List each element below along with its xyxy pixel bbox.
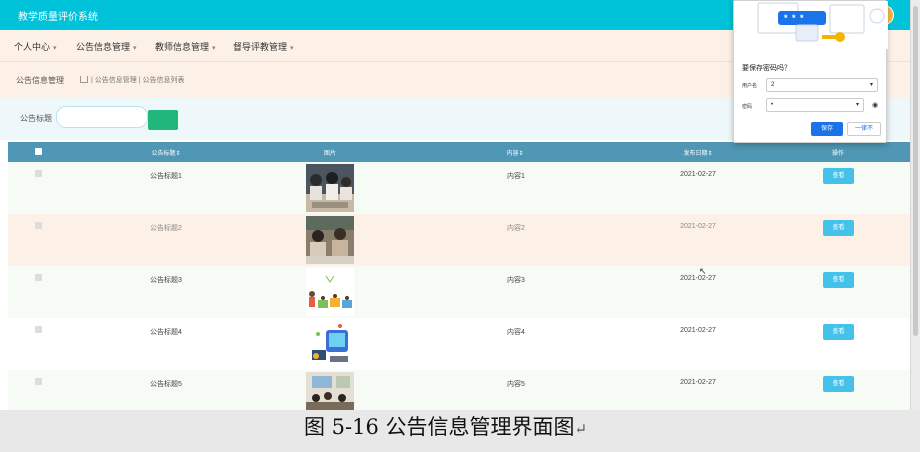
view-button[interactable]: 查看 [823,272,854,288]
col-title[interactable]: 公告标题⇕ [136,148,196,157]
nav-item-announcement[interactable]: 公告信息管理 ▾ [76,40,137,53]
search-label: 公告标题 [20,114,52,123]
row-content: 内容3 [507,277,525,284]
col-date[interactable]: 发布日期⇕ [673,148,723,157]
row-title: 公告标题2 [150,225,182,232]
row-date: 2021-02-27 [680,171,716,178]
chevron-down-icon: ▾ [869,82,873,88]
row-date: 2021-02-27 [680,379,716,386]
col-image: 图片 [323,151,336,157]
row-title: 公告标题1 [150,173,182,180]
home-icon[interactable] [80,76,88,83]
chevron-down-icon: ▾ [290,45,294,52]
password-value: • [771,102,774,108]
view-button[interactable]: 查看 [823,376,854,392]
chevron-down-icon: ▾ [53,45,57,52]
nav-item-label: 教师信息管理 [155,42,210,52]
username-field[interactable]: 2 ▾ [766,78,878,92]
row-date: 2021-02-27 [680,275,716,282]
dialog-question: 要保存密码吗？ [742,65,791,72]
nav-item-personal-center[interactable]: 个人中心 ▾ [14,40,57,53]
password-field[interactable]: • ▾ [766,98,864,112]
table-row: 公告标题1 内容1 2021-02-27 查看 [8,162,910,214]
view-button[interactable]: 查看 [823,168,854,184]
password-label: 密码 [742,104,753,110]
select-all-checkbox[interactable] [35,148,42,155]
row-image-classroom-1 [306,164,354,212]
row-title: 公告标题3 [150,277,182,284]
app-title: 教学质量评价系统 [18,12,98,23]
row-checkbox[interactable] [35,222,42,229]
row-content: 内容2 [507,225,525,232]
row-content: 内容1 [507,173,525,180]
row-content: 内容4 [507,329,525,336]
chevron-down-icon: ▾ [212,45,216,52]
nav-item-label: 公告信息管理 [76,42,131,52]
nav-item-label: 督导评教管理 [233,42,288,52]
search-input[interactable] [56,106,148,128]
table-row: 公告标题3 内容3 2021-02-27 查看 [8,266,910,318]
row-checkbox[interactable] [35,326,42,333]
table-row: 公告标题4 内容4 2021-02-27 查看 [8,318,910,370]
row-image-illustration-online [306,320,354,368]
col-content[interactable]: 内容⇕ [500,148,530,157]
view-button[interactable]: 查看 [823,220,854,236]
row-image-classroom-3 [306,372,354,410]
mouse-cursor-icon: ↖ [699,266,707,276]
col-content-label: 内容 [506,151,519,157]
password-illustration: * * * [734,1,888,49]
username-value: 2 [771,82,775,88]
row-date: 2021-02-27 [680,327,716,334]
table-row: 公告标题5 内容5 2021-02-27 查看 [8,370,910,410]
col-title-label: 公告标题 [151,151,176,157]
search-button[interactable] [148,110,178,130]
nav-item-label: 个人中心 [14,42,51,52]
row-date: 2021-02-27 [680,223,716,230]
save-button[interactable]: 保存 [811,122,843,136]
table-header: 公告标题⇕ 图片 内容⇕ 发布日期⇕ 操作 [8,142,910,162]
row-content: 内容5 [507,381,525,388]
nav-item-supervision[interactable]: 督导评教管理 ▾ [233,40,294,53]
eye-icon[interactable]: ◉ [872,101,878,109]
row-checkbox[interactable] [35,274,42,281]
figure-caption: 图 5-16 公告信息管理界面图↵ [304,411,587,441]
username-label: 用户名 [742,83,758,89]
chevron-down-icon: ▾ [133,45,137,52]
row-checkbox[interactable] [35,170,42,177]
breadcrumb: | 公告信息管理 | 公告信息列表 [80,75,184,85]
browser-viewport: 教学质量评价系统 个人中心 ▾ 公告信息管理 ▾ 教师信息管理 ▾ 督导评教管理 ▾ 公… [0,0,910,410]
password-stars: * * * [784,13,805,23]
breadcrumb-text[interactable]: | 公告信息管理 | 公告信息列表 [91,77,184,84]
table-row: 公告标题2 内容2 2021-02-27 查看 [8,214,910,266]
caption-text: 图 5-16 公告信息管理界面图 [304,415,575,439]
never-button[interactable]: 一律不 [847,122,881,136]
scrollbar[interactable] [910,0,920,410]
chevron-down-icon: ▾ [855,102,859,108]
row-image-classroom-2 [306,216,354,264]
row-title: 公告标题4 [150,329,182,336]
nav-item-teacher[interactable]: 教师信息管理 ▾ [155,40,216,53]
row-checkbox[interactable] [35,378,42,385]
announcement-table: 公告标题⇕ 图片 内容⇕ 发布日期⇕ 操作 公告标题1 内容1 2021-02-… [8,142,910,410]
row-title: 公告标题5 [150,381,182,388]
view-button[interactable]: 查看 [823,324,854,340]
save-password-dialog: * * * 要保存密码吗？ 用户名 2 ▾ 密码 • ▾ ◉ 保存 一律不 [733,0,888,143]
col-date-label: 发布日期 [683,151,708,157]
row-image-illustration-teacher [306,268,354,316]
return-mark-icon: ↵ [574,420,588,438]
col-action: 操作 [831,151,844,157]
page-title: 公告信息管理 [16,76,64,85]
